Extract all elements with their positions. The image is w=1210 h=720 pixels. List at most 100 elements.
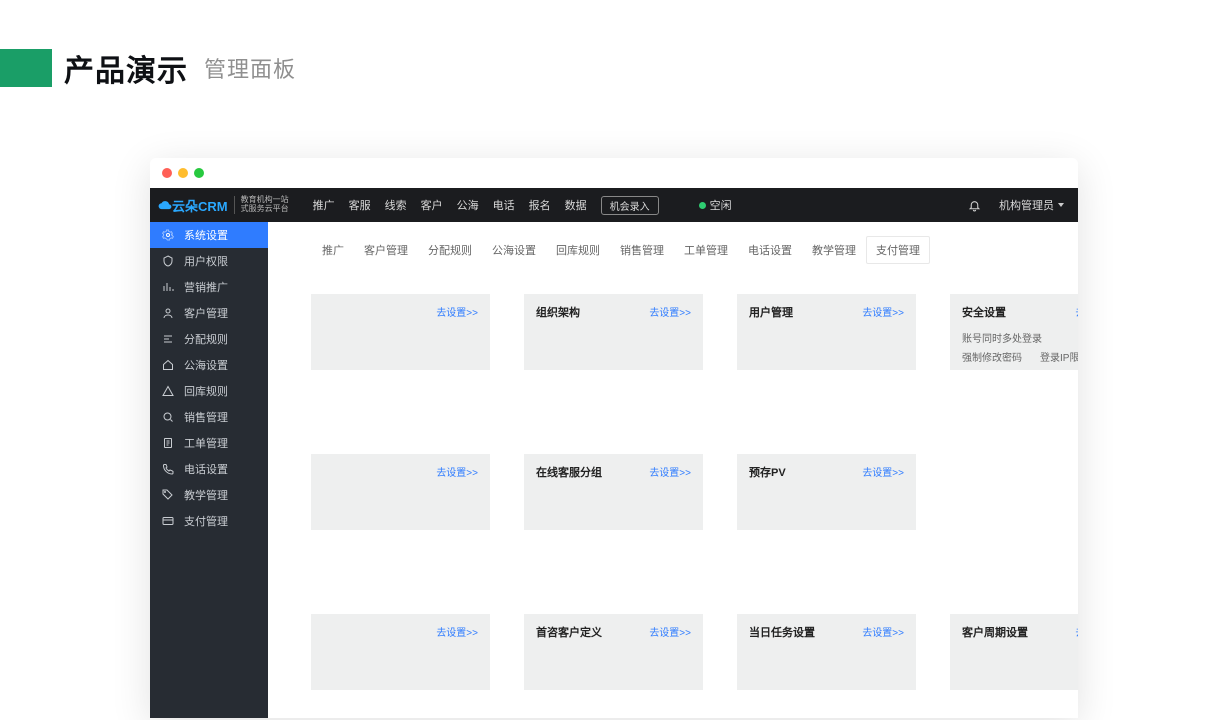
record-button[interactable]: 机会录入 [601, 196, 659, 215]
nav-item[interactable]: 数据 [565, 197, 587, 213]
person-icon [162, 307, 174, 319]
window-chrome [150, 158, 1078, 188]
tag-icon [162, 489, 174, 501]
sidebar-item-alloc-rules[interactable]: 分配规则 [150, 326, 268, 352]
triangle-icon [162, 385, 174, 397]
logo-text: 云朵CRM [172, 196, 228, 215]
nav-item[interactable]: 线索 [385, 197, 407, 213]
sidebar-item-marketing[interactable]: 营销推广 [150, 274, 268, 300]
sidebar-item-label: 营销推广 [184, 279, 228, 295]
sidebar-item-phone-settings[interactable]: 电话设置 [150, 456, 268, 482]
settings-card: 去设置>> [311, 294, 490, 370]
status-text: 空闲 [710, 197, 732, 213]
card-title: 安全设置 [962, 307, 1006, 319]
nav-item[interactable]: 客户 [421, 197, 443, 213]
tab[interactable]: 推广 [312, 236, 354, 264]
tab[interactable]: 教学管理 [802, 236, 866, 264]
nav-item[interactable]: 公海 [457, 197, 479, 213]
sidebar-item-sea-settings[interactable]: 公海设置 [150, 352, 268, 378]
card-link[interactable]: 去设置>> [1075, 624, 1078, 639]
nav-item[interactable]: 报名 [529, 197, 551, 213]
tab[interactable]: 分配规则 [418, 236, 482, 264]
sale-icon [162, 411, 174, 423]
window-max-dot[interactable] [194, 168, 204, 178]
sidebar-item-user-perms[interactable]: 用户权限 [150, 248, 268, 274]
card-title: 在线客服分组 [536, 467, 602, 479]
sidebar-item-label: 教学管理 [184, 487, 228, 503]
tab[interactable]: 公海设置 [482, 236, 546, 264]
card-details: 账号同时多处登录 强制修改密码 登录IP限制 [962, 330, 1078, 364]
tab[interactable]: 支付管理 [866, 236, 930, 264]
settings-card-daily-task: 当日任务设置 去设置>> [737, 614, 916, 690]
card-title: 当日任务设置 [749, 627, 815, 639]
card-title: 首咨客户定义 [536, 627, 602, 639]
tab[interactable]: 客户管理 [354, 236, 418, 264]
card-link[interactable]: 去设置>> [862, 464, 904, 479]
sidebar-item-payment-mgmt[interactable]: 支付管理 [150, 508, 268, 534]
card-icon [162, 515, 174, 527]
tab-bar: 推广 客户管理 分配规则 公海设置 回库规则 销售管理 工单管理 电话设置 教学… [268, 222, 1078, 264]
settings-card-user-mgmt: 用户管理 去设置>> [737, 294, 916, 370]
card-title: 预存PV [749, 467, 786, 479]
settings-card-pv: 预存PV 去设置>> [737, 454, 916, 530]
sidebar-item-label: 系统设置 [184, 227, 228, 243]
app-window: 云朵CRM 教育机构一站 式服务云平台 推广 客服 线索 客户 公海 电话 报名… [150, 158, 1078, 718]
card-link[interactable]: 去设置>> [862, 624, 904, 639]
sidebar-item-ticket-mgmt[interactable]: 工单管理 [150, 430, 268, 456]
page-title-main: 产品演示 [64, 46, 188, 90]
sidebar-item-label: 工单管理 [184, 435, 228, 451]
user-menu[interactable]: 机构管理员 [999, 197, 1064, 213]
card-title: 客户周期设置 [962, 627, 1028, 639]
content-area: 推广 客户管理 分配规则 公海设置 回库规则 销售管理 工单管理 电话设置 教学… [268, 222, 1078, 718]
nav-item[interactable]: 推广 [313, 197, 335, 213]
card-link[interactable]: 去设置>> [1075, 304, 1078, 319]
card-grid: 去设置>> 组织架构 去设置>> 用户管理 去设置>> 安全设置 去设置>> 账… [268, 264, 1078, 690]
user-label: 机构管理员 [999, 197, 1054, 213]
sidebar-item-customer-mgmt[interactable]: 客户管理 [150, 300, 268, 326]
top-nav: 云朵CRM 教育机构一站 式服务云平台 推广 客服 线索 客户 公海 电话 报名… [150, 188, 1078, 222]
settings-card: 去设置>> [311, 454, 490, 530]
chart-icon [162, 281, 174, 293]
sidebar-item-system-settings[interactable]: 系统设置 [150, 222, 268, 248]
card-link[interactable]: 去设置>> [436, 464, 478, 479]
chevron-down-icon [1058, 203, 1064, 207]
tab[interactable]: 工单管理 [674, 236, 738, 264]
phone-icon [162, 463, 174, 475]
settings-card-security: 安全设置 去设置>> 账号同时多处登录 强制修改密码 登录IP限制 [950, 294, 1078, 370]
card-link[interactable]: 去设置>> [436, 624, 478, 639]
status: 空闲 [699, 197, 732, 213]
sidebar: 系统设置 用户权限 营销推广 客户管理 分配规则 公海设置 回库规则 销售管理 [150, 222, 268, 718]
card-link[interactable]: 去设置>> [436, 304, 478, 319]
detail-item: 账号同时多处登录 [962, 330, 1042, 345]
sidebar-item-teaching-mgmt[interactable]: 教学管理 [150, 482, 268, 508]
page-title-sub: 管理面板 [204, 52, 296, 84]
tab[interactable]: 回库规则 [546, 236, 610, 264]
nav-item[interactable]: 电话 [493, 197, 515, 213]
card-link[interactable]: 去设置>> [649, 304, 691, 319]
sidebar-item-sales-mgmt[interactable]: 销售管理 [150, 404, 268, 430]
card-link[interactable]: 去设置>> [649, 624, 691, 639]
detail-item: 强制修改密码 [962, 349, 1022, 364]
tab[interactable]: 电话设置 [738, 236, 802, 264]
window-min-dot[interactable] [178, 168, 188, 178]
settings-card-customer-cycle: 客户周期设置 去设置>> [950, 614, 1078, 690]
sidebar-item-label: 用户权限 [184, 253, 228, 269]
sidebar-item-label: 公海设置 [184, 357, 228, 373]
settings-icon [162, 229, 174, 241]
tab[interactable]: 销售管理 [610, 236, 674, 264]
sidebar-item-label: 销售管理 [184, 409, 228, 425]
card-title: 用户管理 [749, 307, 793, 319]
settings-card: 去设置>> [311, 614, 490, 690]
bell-icon[interactable] [968, 199, 981, 212]
sidebar-item-label: 回库规则 [184, 383, 228, 399]
window-close-dot[interactable] [162, 168, 172, 178]
card-link[interactable]: 去设置>> [862, 304, 904, 319]
logo-tagline: 教育机构一站 式服务云平台 [234, 196, 289, 214]
sidebar-item-return-rules[interactable]: 回库规则 [150, 378, 268, 404]
sidebar-item-label: 电话设置 [184, 461, 228, 477]
nav-item[interactable]: 客服 [349, 197, 371, 213]
card-link[interactable]: 去设置>> [649, 464, 691, 479]
logo: 云朵CRM 教育机构一站 式服务云平台 [158, 196, 289, 215]
shield-icon [162, 255, 174, 267]
settings-card-first-consult: 首咨客户定义 去设置>> [524, 614, 703, 690]
